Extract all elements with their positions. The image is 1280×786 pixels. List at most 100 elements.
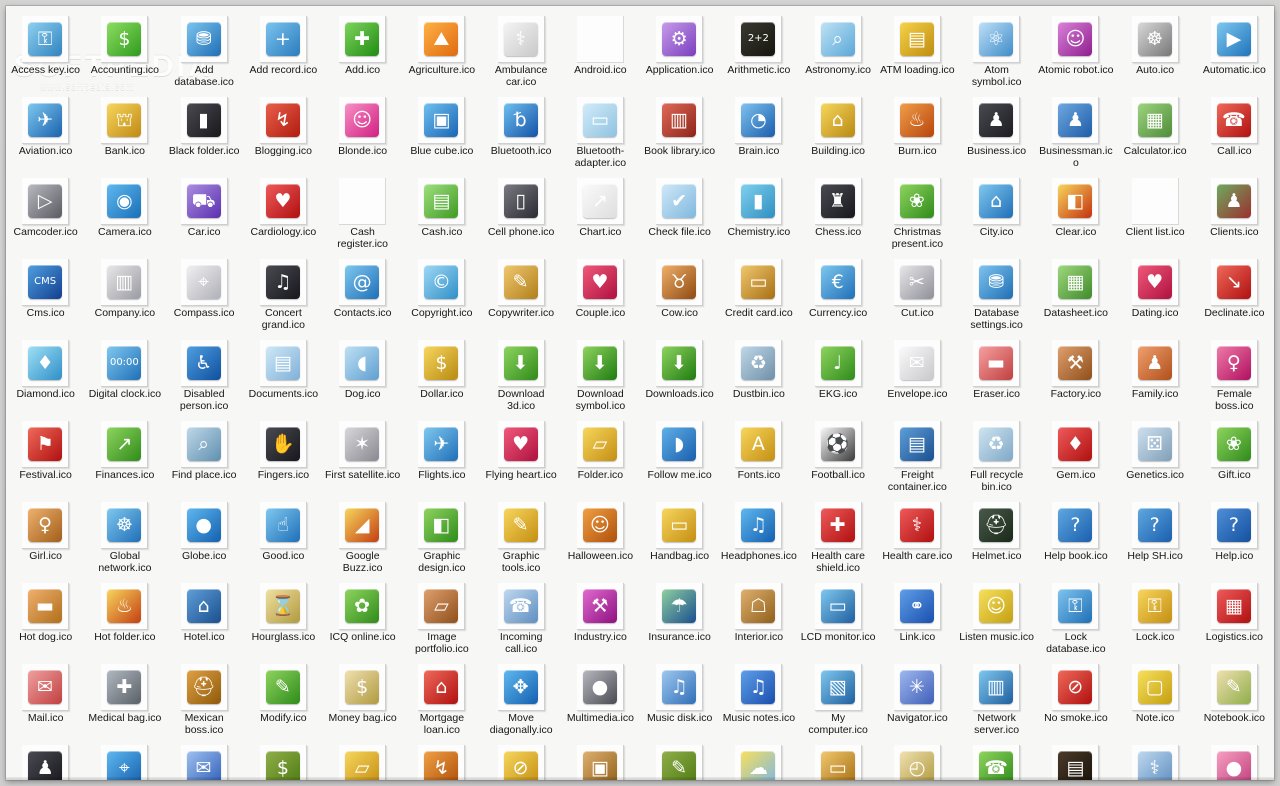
- icon-cell[interactable]: ▤ Freight container.ico: [878, 414, 957, 495]
- icon-cell[interactable]: ▱ Folder.ico: [561, 414, 640, 495]
- icon-cell[interactable]: ♫ Music notes.ico: [719, 657, 798, 738]
- icon-cell[interactable]: € Currency.ico: [799, 252, 878, 333]
- icon-cell[interactable]: ⊘ No smoke.ico: [1036, 657, 1115, 738]
- icon-cell[interactable]: ◔ Brain.ico: [719, 90, 798, 171]
- icon-cell[interactable]: ↗ Chart.ico: [561, 171, 640, 252]
- icon-cell[interactable]: ? Help book.ico: [1036, 495, 1115, 576]
- icon-cell[interactable]: ♀ Female boss.ico: [1195, 333, 1274, 414]
- icon-cell[interactable]: ⚒ Factory.ico: [1036, 333, 1115, 414]
- icon-cell[interactable]: ▷ Camcoder.ico: [6, 171, 85, 252]
- icon-cell[interactable]: ♟ Family.ico: [1116, 333, 1195, 414]
- icon-cell[interactable]: ◴Period end.ico: [878, 738, 957, 780]
- icon-cell[interactable]: ⛃ Database settings.ico: [957, 252, 1036, 333]
- icon-cell[interactable]: ✂ Cut.ico: [878, 252, 957, 333]
- icon-cell[interactable]: ♥ Flying heart.ico: [482, 414, 561, 495]
- icon-cell[interactable]: ◉ Camera.ico: [85, 171, 164, 252]
- icon-cell[interactable]: ✳ Navigator.ico: [878, 657, 957, 738]
- icon-cell[interactable]: ▭ LCD monitor.ico: [799, 576, 878, 657]
- icon-cell[interactable]: ▧ My computer.ico: [799, 657, 878, 738]
- icon-cell[interactable]: ✎ Copywriter.ico: [482, 252, 561, 333]
- icon-cell[interactable]: ✎ Modify.ico: [244, 657, 323, 738]
- icon-cell[interactable]: ↘ Declinate.ico: [1195, 252, 1274, 333]
- icon-cell[interactable]: ⬇ Download symbol.ico: [561, 333, 640, 414]
- icon-cell[interactable]: ? Help SH.ico: [1116, 495, 1195, 576]
- icon-cell[interactable]: ⛃ Add database.ico: [165, 9, 244, 90]
- icon-cell[interactable]: ▥ Network server.ico: [957, 657, 1036, 738]
- icon-cell[interactable]: ◢ Google Buzz.ico: [323, 495, 402, 576]
- icon-cell[interactable]: ☸ Auto.ico: [1116, 9, 1195, 90]
- icon-cell[interactable]: ⬇ Downloads.ico: [640, 333, 719, 414]
- icon-cell[interactable]: ◧ Clear.ico: [1036, 171, 1115, 252]
- icon-cell[interactable]: ▭ Handbag.ico: [640, 495, 719, 576]
- icon-cell[interactable]: ▦ Datasheet.ico: [1036, 252, 1115, 333]
- icon-cell[interactable]: ⬇ Download 3d.ico: [482, 333, 561, 414]
- icon-cell[interactable]: ✥ Move diagonally.ico: [482, 657, 561, 738]
- icon-cell[interactable]: ♀ Girl.ico: [6, 495, 85, 576]
- icon-cell[interactable]: ♿ Disabled person.ico: [165, 333, 244, 414]
- icon-cell[interactable]: ♥ Dating.ico: [1116, 252, 1195, 333]
- icon-cell[interactable]: ◧ Graphic design.ico: [402, 495, 481, 576]
- icon-cell[interactable]: ⚒ Industry.ico: [561, 576, 640, 657]
- icon-cell[interactable]: $ Accounting.ico: [85, 9, 164, 90]
- icon-cell[interactable]: ↗ Finances.ico: [85, 414, 164, 495]
- icon-cell[interactable]: ␢ Bluetooth.ico: [482, 90, 561, 171]
- icon-cell[interactable]: ✈ Aviation.ico: [6, 90, 85, 171]
- icon-cell[interactable]: ⌖ Compass.ico: [165, 252, 244, 333]
- icon-cell[interactable]: ⚿ Lock.ico: [1116, 576, 1195, 657]
- icon-cell[interactable]: ☺ Atomic robot.ico: [1036, 9, 1115, 90]
- icon-cell[interactable]: ♩ EKG.ico: [799, 333, 878, 414]
- icon-cell[interactable]: $Open money bag.ico: [244, 738, 323, 780]
- icon-cell[interactable]: ▦ Calculator.ico: [1116, 90, 1195, 171]
- icon-cell[interactable]: ▬ Eraser.ico: [957, 333, 1036, 414]
- icon-cell[interactable]: ✚ Add.ico: [323, 9, 402, 90]
- icon-cell[interactable]: ⌛ Hourglass.ico: [244, 576, 323, 657]
- icon-cell[interactable]: ? Help.ico: [1195, 495, 1274, 576]
- icon-cell[interactable]: ⚕Physician.ico: [1116, 738, 1195, 780]
- icon-cell[interactable]: ▯ Cell phone.ico: [482, 171, 561, 252]
- icon-cell[interactable]: ♟ Clients.ico: [1195, 171, 1274, 252]
- icon-cell[interactable]: ♟Old boss.ico: [6, 738, 85, 780]
- icon-cell[interactable]: ▶ Automatic.ico: [1195, 9, 1274, 90]
- icon-cell[interactable]: ♻ Full recycle bin.ico: [957, 414, 1036, 495]
- icon-cell[interactable]: ▮ Chemistry.ico: [719, 171, 798, 252]
- icon-cell[interactable]: ✚ Medical bag.ico: [85, 657, 164, 738]
- icon-cell[interactable]: ▦ Logistics.ico: [1195, 576, 1274, 657]
- icon-cell[interactable]: ▥ Company.ico: [85, 252, 164, 333]
- icon-cell[interactable]: ↯Orange RSS reader.ico: [402, 738, 481, 780]
- icon-cell[interactable]: ♦ Gem.ico: [1036, 414, 1115, 495]
- icon-cell[interactable]: ♜ Chess.ico: [799, 171, 878, 252]
- icon-cell[interactable]: ▱ Image portfolio.ico: [402, 576, 481, 657]
- icon-cell[interactable]: ⚭ Link.ico: [878, 576, 957, 657]
- icon-cell[interactable]: ✎ Notebook.ico: [1195, 657, 1274, 738]
- icon-cell[interactable]: ⌂ Hotel.ico: [165, 576, 244, 657]
- icon-cell[interactable]: ⚿ Access key.ico: [6, 9, 85, 90]
- icon-cell[interactable]: ⛑ Mexican boss.ico: [165, 657, 244, 738]
- icon-cell[interactable]: ▣ Blue cube.ico: [402, 90, 481, 171]
- icon-cell[interactable]: $ Money bag.ico: [323, 657, 402, 738]
- icon-cell[interactable]: ⛑ Helmet.ico: [957, 495, 1036, 576]
- icon-cell[interactable]: ✶ First satellite.ico: [323, 414, 402, 495]
- icon-cell[interactable]: ☂ Insurance.ico: [640, 576, 719, 657]
- icon-cell[interactable]: ✎Painter.ico: [640, 738, 719, 780]
- icon-cell[interactable]: ⚙ Application.ico: [640, 9, 719, 90]
- icon-cell[interactable]: ♻ Dustbin.ico: [719, 333, 798, 414]
- icon-cell[interactable]: ▣Package.ico: [561, 738, 640, 780]
- icon-cell[interactable]: ♫ Concert grand.ico: [244, 252, 323, 333]
- icon-cell[interactable]: ⌂ Mortgage loan.ico: [402, 657, 481, 738]
- icon-cell[interactable]: ☖ Interior.ico: [719, 576, 798, 657]
- icon-cell[interactable]: ♫ Headphones.ico: [719, 495, 798, 576]
- icon-cell[interactable]: ❀ Gift.ico: [1195, 414, 1274, 495]
- icon-cell[interactable]: ☝ Good.ico: [244, 495, 323, 576]
- icon-cell[interactable]: ▭ Bluetooth-adapter.ico: [561, 90, 640, 171]
- icon-cell[interactable]: ● Globe.ico: [165, 495, 244, 576]
- icon-cell[interactable]: ◖ Dog.ico: [323, 333, 402, 414]
- icon-cell[interactable]: ● Multimedia.ico: [561, 657, 640, 738]
- icon-cell[interactable]: ⚽ Football.ico: [799, 414, 878, 495]
- icon-cell[interactable]: ♟ Business.ico: [957, 90, 1036, 171]
- icon-cell[interactable]: ⚛ Atom symbol.ico: [957, 9, 1036, 90]
- icon-cell[interactable]: ⌕ Astronomy.ico: [799, 9, 878, 90]
- icon-cell[interactable]: ☎ Call.ico: [1195, 90, 1274, 171]
- icon-cell[interactable]: ▮ Black folder.ico: [165, 90, 244, 171]
- icon-cell[interactable]: ▭ Credit card.ico: [719, 252, 798, 333]
- icon-cell[interactable]: ✔ Check file.ico: [640, 171, 719, 252]
